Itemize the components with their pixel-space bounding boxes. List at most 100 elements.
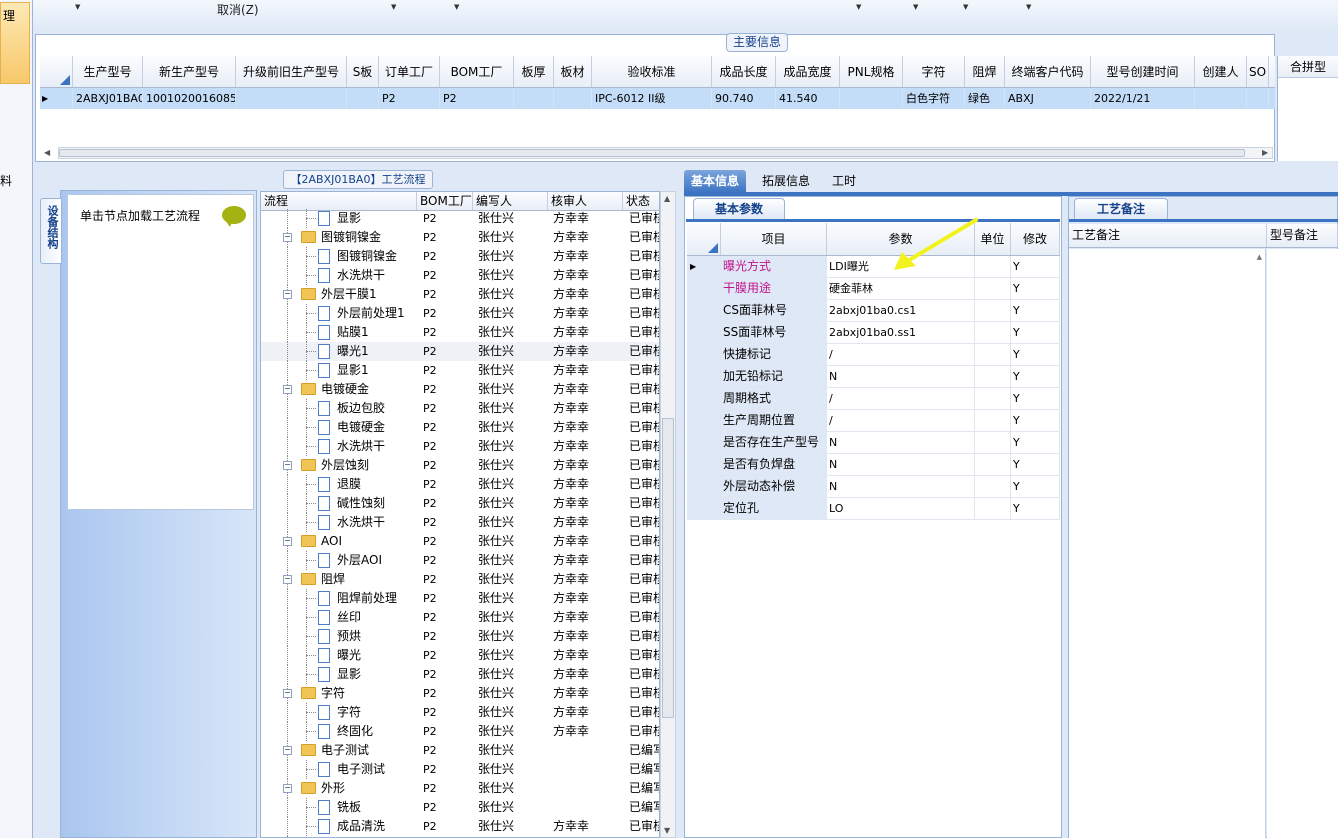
col-header[interactable]: 阻焊 xyxy=(965,56,1005,87)
tree-node[interactable]: 丝印 P2 张仕兴 方幸幸 已审核 xyxy=(261,608,659,627)
col-header[interactable]: 生产型号 xyxy=(73,56,143,87)
tree-node[interactable]: 水洗烘干 P2 张仕兴 方幸幸 已审核 xyxy=(261,266,659,285)
col-header[interactable]: 升级前旧生产型号 xyxy=(236,56,347,87)
table-cell[interactable] xyxy=(554,88,592,109)
table-cell[interactable] xyxy=(514,88,554,109)
col-header[interactable]: PNL规格 xyxy=(840,56,903,87)
tree-node[interactable]: − 阻焊 P2 张仕兴 方幸幸 已审核 xyxy=(261,570,659,589)
table-row[interactable]: 周期格式 / Y xyxy=(687,388,1060,410)
tree-node[interactable]: 电镀硬金 P2 张仕兴 方幸幸 已审核 xyxy=(261,418,659,437)
tree-node[interactable]: − 外层干膜1 P2 张仕兴 方幸幸 已审核 xyxy=(261,285,659,304)
tree-node[interactable]: 字符 P2 张仕兴 方幸幸 已审核 xyxy=(261,703,659,722)
scroll-down-icon[interactable]: ▼ xyxy=(664,826,670,835)
table-cell[interactable]: 90.740 xyxy=(712,88,776,109)
param-value[interactable]: N xyxy=(827,476,975,497)
tree-node[interactable]: 水洗烘干 P2 张仕兴 方幸幸 已审核 xyxy=(261,513,659,532)
collapse-icon[interactable]: − xyxy=(283,575,292,584)
col-header[interactable]: 单位 xyxy=(975,223,1011,255)
col-header[interactable]: 创建人 xyxy=(1195,56,1247,87)
tree-node[interactable]: 外层前处理1 P2 张仕兴 方幸幸 已审核 xyxy=(261,304,659,323)
horizontal-scrollbar[interactable] xyxy=(58,147,1273,159)
param-value[interactable]: N xyxy=(827,432,975,453)
col-header[interactable]: 板材 xyxy=(554,56,592,87)
table-row[interactable]: ▶ 2ABXJ01BA0 10010200160854 P2 P2 IPC-60… xyxy=(40,88,1275,109)
dropdown-arrow-icon[interactable]: ▼ xyxy=(913,3,918,11)
col-header[interactable]: 新生产型号 xyxy=(143,56,236,87)
tree-node[interactable]: 显影1 P2 张仕兴 方幸幸 已审核 xyxy=(261,361,659,380)
tree-node[interactable]: 曝光1 P2 张仕兴 方幸幸 已审核 xyxy=(261,342,659,361)
collapse-icon[interactable]: − xyxy=(283,689,292,698)
tab-basic-params[interactable]: 基本参数 xyxy=(693,198,785,219)
tree-node[interactable]: 水洗烘干 P2 张仕兴 方幸幸 已审核 xyxy=(261,437,659,456)
tree-node[interactable]: − 外层蚀刻 P2 张仕兴 方幸幸 已审核 xyxy=(261,456,659,475)
tree-node[interactable]: − AOI P2 张仕兴 方幸幸 已审核 xyxy=(261,532,659,551)
tree-node[interactable]: 图镀铜镍金 P2 张仕兴 方幸幸 已审核 xyxy=(261,247,659,266)
col-header[interactable]: BOM工厂 xyxy=(440,56,514,87)
tree-node[interactable]: 板边包胶 P2 张仕兴 方幸幸 已审核 xyxy=(261,399,659,418)
param-value[interactable]: 2abxj01ba0.cs1 xyxy=(827,300,975,321)
table-cell[interactable]: 41.540 xyxy=(776,88,840,109)
col-header[interactable]: 型号备注 xyxy=(1267,224,1338,247)
col-header[interactable]: 编写人 xyxy=(473,192,548,210)
tree-node[interactable]: − 外形 P2 张仕兴 已编写 xyxy=(261,779,659,798)
table-cell[interactable]: IPC-6012 II级 xyxy=(592,88,712,109)
dropdown-arrow-icon[interactable]: ▼ xyxy=(856,3,861,11)
table-cell[interactable]: 10010200160854 xyxy=(143,88,236,109)
table-row[interactable]: 是否存在生产型号 N Y xyxy=(687,432,1060,454)
tree-node[interactable]: 外层AOI P2 张仕兴 方幸幸 已审核 xyxy=(261,551,659,570)
tree-node[interactable]: − 电镀硬金 P2 张仕兴 方幸幸 已审核 xyxy=(261,380,659,399)
scrollbar-thumb[interactable] xyxy=(662,418,674,718)
table-row[interactable]: 定位孔 LO Y xyxy=(687,498,1060,520)
tree-node[interactable]: 显影 P2 张仕兴 方幸幸 已审核 xyxy=(261,665,659,684)
left-nav-tab[interactable]: 理 xyxy=(0,2,30,84)
col-header[interactable]: BOM工厂 xyxy=(417,192,473,210)
tree-node[interactable]: 碱性蚀刻 P2 张仕兴 方幸幸 已审核 xyxy=(261,494,659,513)
col-header[interactable]: S板 xyxy=(347,56,379,87)
col-header[interactable]: 型号创建时间 xyxy=(1091,56,1195,87)
tree-node[interactable]: 阻焊前处理 P2 张仕兴 方幸幸 已审核 xyxy=(261,589,659,608)
table-row[interactable]: SS面菲林号 2abxj01ba0.ss1 Y xyxy=(687,322,1060,344)
col-header[interactable]: 字符 xyxy=(903,56,965,87)
col-header[interactable]: 板厚 xyxy=(514,56,554,87)
col-header[interactable]: 修改 xyxy=(1011,223,1060,255)
table-cell[interactable] xyxy=(1247,88,1269,109)
col-header[interactable]: 流程 xyxy=(261,192,417,210)
col-header[interactable]: 状态 xyxy=(623,192,659,210)
table-row[interactable]: CS面菲林号 2abxj01ba0.cs1 Y xyxy=(687,300,1060,322)
scrollbar-thumb[interactable] xyxy=(59,149,1245,157)
tree-node[interactable]: − 字符 P2 张仕兴 方幸幸 已审核 xyxy=(261,684,659,703)
table-cell[interactable]: P2 xyxy=(379,88,440,109)
scroll-left-icon[interactable]: ◀ xyxy=(44,148,50,157)
tree-node[interactable]: 终固化 P2 张仕兴 方幸幸 已审核 xyxy=(261,722,659,741)
table-row[interactable]: 是否有负焊盘 N Y xyxy=(687,454,1060,476)
param-value[interactable]: 硬金菲林 xyxy=(827,278,975,299)
tab-work-hours[interactable]: 工时 xyxy=(825,170,863,193)
col-header[interactable]: 验收标准 xyxy=(592,56,712,87)
param-value[interactable]: / xyxy=(827,388,975,409)
dropdown-arrow-icon[interactable]: ▼ xyxy=(75,3,80,11)
tab-process-remark[interactable]: 工艺备注 xyxy=(1074,198,1168,219)
col-header[interactable]: 项目 xyxy=(721,223,827,255)
param-value[interactable]: LO xyxy=(827,498,975,519)
tree-node[interactable]: 贴膜1 P2 张仕兴 方幸幸 已审核 xyxy=(261,323,659,342)
scroll-right-icon[interactable]: ▶ xyxy=(1262,148,1268,157)
param-value[interactable]: N xyxy=(827,454,975,475)
tree-node[interactable]: 预烘 P2 张仕兴 方幸幸 已审核 xyxy=(261,627,659,646)
table-cell[interactable]: 2ABXJ01BA0 xyxy=(73,88,143,109)
table-row[interactable]: ▶ 曝光方式 LDI曝光 Y xyxy=(687,256,1060,278)
tree-node[interactable]: 成品清洗 P2 张仕兴 方幸幸 已审核 xyxy=(261,817,659,836)
scroll-up-icon[interactable]: ▲ xyxy=(1257,253,1262,261)
col-header[interactable]: 核审人 xyxy=(548,192,623,210)
col-header[interactable]: 成品宽度 xyxy=(776,56,840,87)
table-cell[interactable]: ABXJ xyxy=(1005,88,1091,109)
col-header[interactable]: SO xyxy=(1247,56,1269,87)
tab-extended-info[interactable]: 拓展信息 xyxy=(755,170,817,193)
dropdown-arrow-icon[interactable]: ▼ xyxy=(391,3,396,11)
col-header[interactable]: 订单工厂 xyxy=(379,56,440,87)
table-cell[interactable] xyxy=(840,88,903,109)
dropdown-arrow-icon[interactable]: ▼ xyxy=(1026,3,1031,11)
scroll-up-icon[interactable]: ▲ xyxy=(664,194,670,203)
table-row[interactable]: 加无铅标记 N Y xyxy=(687,366,1060,388)
table-row[interactable]: 外层动态补偿 N Y xyxy=(687,476,1060,498)
collapse-icon[interactable]: − xyxy=(283,784,292,793)
